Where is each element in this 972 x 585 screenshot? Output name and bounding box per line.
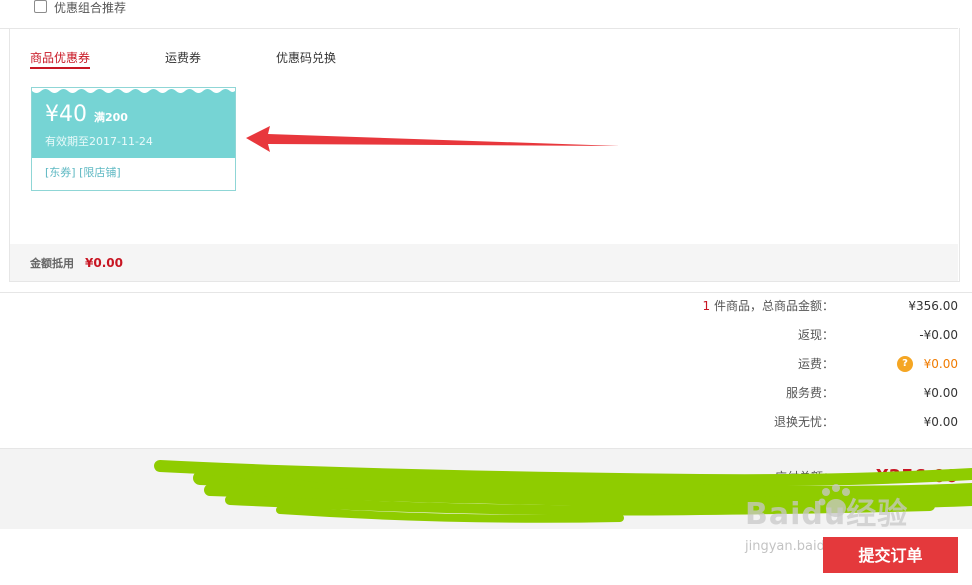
coupon-card[interactable]: ¥40 满200 有效期至2017-11-24 [东券] [限店铺] [31,87,236,191]
tab-shipping-coupon[interactable]: 运费券 [165,49,201,67]
returns-label: 退换无忧： [773,415,834,429]
watermark-logo: Baidu经验 [745,497,909,532]
items-label-text: 件商品，总商品金额： [710,299,834,313]
tab-active-underline [30,67,90,69]
help-icon[interactable]: ? [897,356,913,372]
service-fee-value: ¥0.00 [923,386,958,400]
items-total-value: ¥356.00 [908,299,958,313]
coupon-condition: 满200 [94,111,128,124]
combo-row [0,0,958,29]
cashback-value: -¥0.00 [919,328,958,342]
section-divider [0,292,972,293]
shipping-value: ¥0.00 [923,357,958,371]
service-fee-label: 服务费： [785,386,834,400]
tab-product-coupon[interactable]: 商品优惠券 [30,49,90,67]
combo-checkbox[interactable] [34,0,47,13]
coupon-amount: ¥40 [45,102,87,127]
red-arrow-annotation [246,126,620,152]
offset-label: 金额抵用 [30,257,74,270]
tab-code-redeem[interactable]: 优惠码兑换 [276,49,336,67]
offset-bar [10,244,958,281]
offset-value: ¥0.00 [85,256,123,270]
coupon-wave-edge [32,88,235,93]
returns-value: ¥0.00 [923,415,958,429]
coupon-tags: [东券] [限店铺] [45,166,121,179]
submit-order-button[interactable]: 提交订单 [823,537,958,573]
coupon-validity: 有效期至2017-11-24 [45,135,153,148]
shipping-label: 运费： [797,357,834,371]
combo-label: 优惠组合推荐 [54,1,127,15]
items-summary-label: 1 件商品，总商品金额： [703,298,834,314]
cashback-label: 返现： [797,328,834,342]
